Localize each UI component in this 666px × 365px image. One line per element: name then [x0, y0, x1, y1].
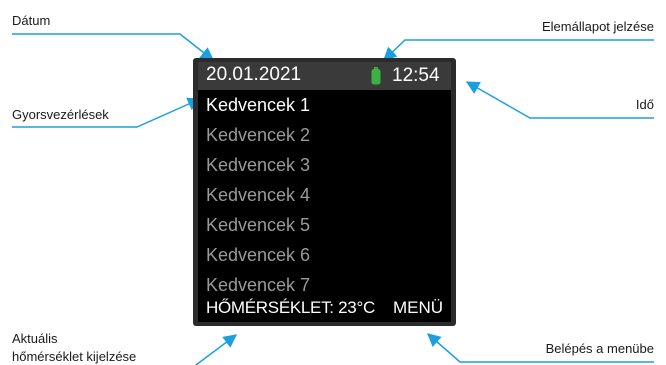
screen-date: 20.01.2021: [206, 64, 302, 85]
quick-controls-callout: Gyorsvezérlések: [12, 107, 109, 122]
quick-controls-list: Kedvencek 1 Kedvencek 2 Kedvencek 3 Kedv…: [198, 90, 451, 300]
favorite-item-3[interactable]: Kedvencek 3: [198, 150, 451, 180]
temperature-readout: HŐMÉRSÉKLET: 23°C: [206, 298, 375, 317]
favorite-item-6[interactable]: Kedvencek 6: [198, 240, 451, 270]
temp-leader: [195, 334, 238, 365]
favorite-item-7[interactable]: Kedvencek 7: [198, 270, 451, 300]
temperature-callout-line2: hőmérséklet kijelzése: [12, 349, 137, 364]
battery-leader: [383, 39, 654, 61]
status-bar: 20.01.2021 12:54: [198, 62, 451, 90]
menu-callout: Belépés a menübe: [545, 341, 654, 356]
favorite-item-5[interactable]: Kedvencek 5: [198, 210, 451, 240]
date-leader: [12, 33, 215, 61]
favorite-item-4[interactable]: Kedvencek 4: [198, 180, 451, 210]
time-leader: [465, 81, 654, 119]
battery-icon: [371, 67, 381, 85]
date-callout: Dátum: [12, 13, 51, 28]
favorite-item-2[interactable]: Kedvencek 2: [198, 120, 451, 150]
time-callout: Idő: [635, 97, 654, 112]
menu-button[interactable]: MENÜ: [393, 298, 443, 318]
favorite-item-1[interactable]: Kedvencek 1: [198, 90, 451, 120]
temperature-callout-line1: Aktuális: [12, 331, 58, 346]
device-screen: 20.01.2021 12:54 Kedvencek 1 Kedvencek 2…: [198, 62, 451, 322]
screen-time: 12:54: [392, 65, 440, 86]
battery-callout: Elemállapot jelzése: [541, 19, 654, 34]
